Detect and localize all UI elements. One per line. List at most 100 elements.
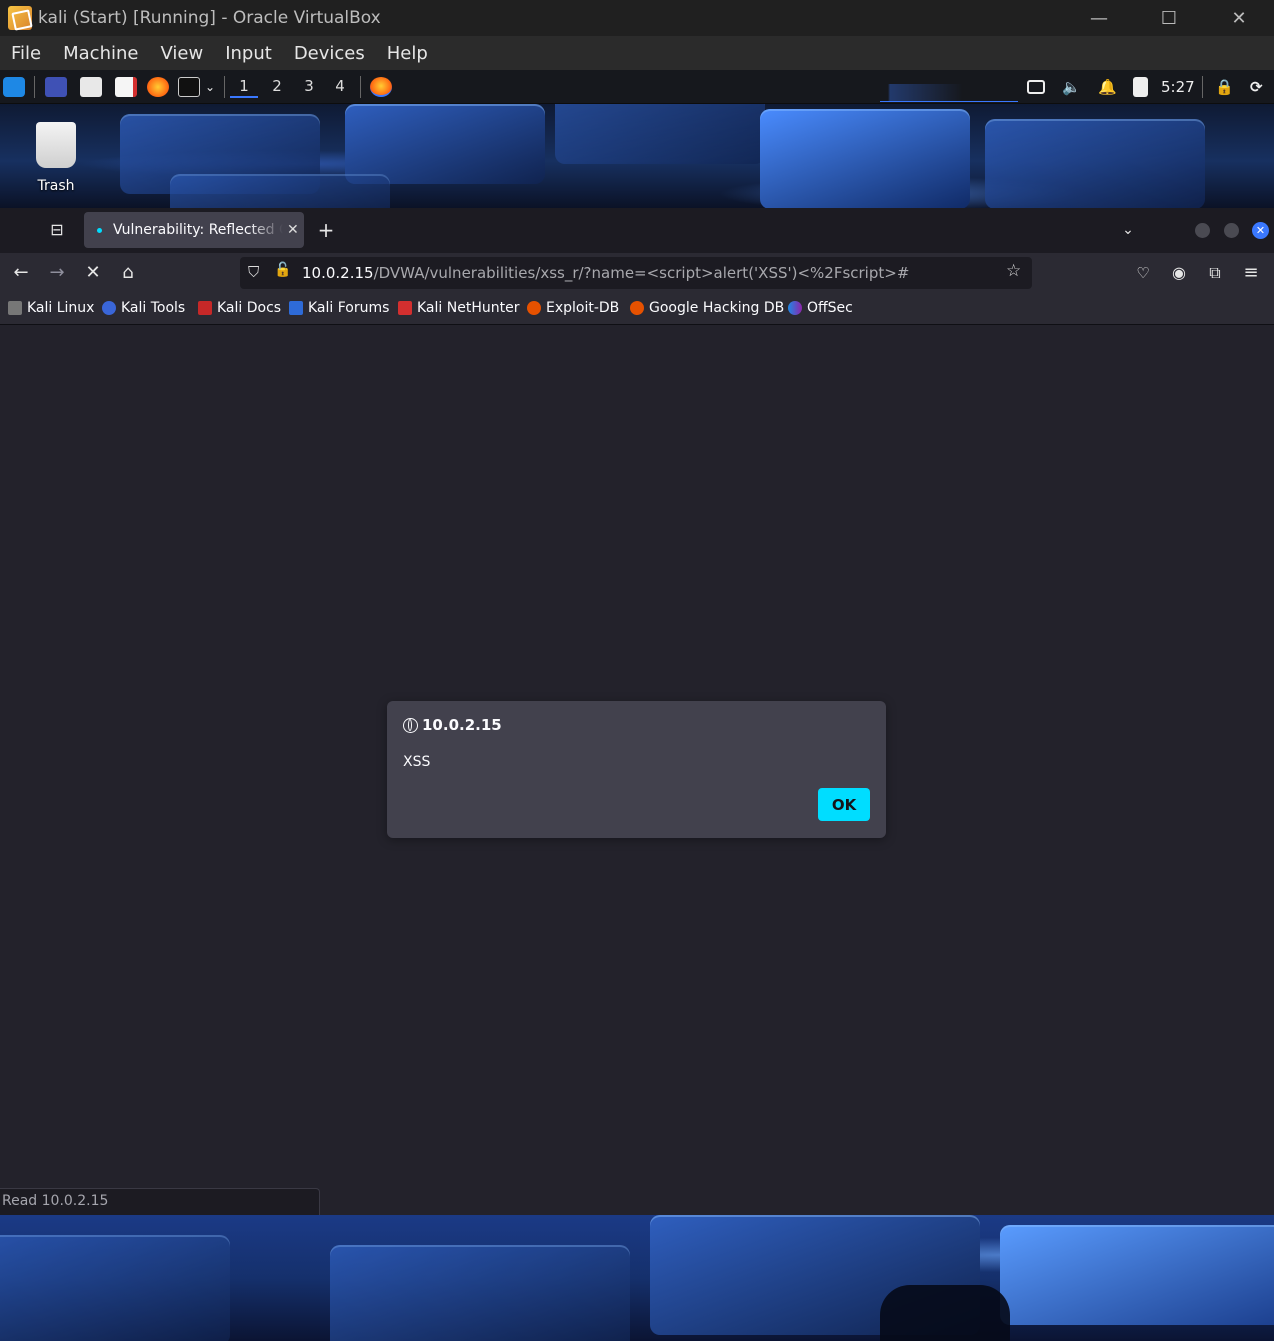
close-tab-icon[interactable]: ✕: [287, 222, 299, 238]
workspace-1[interactable]: 1: [230, 76, 258, 98]
globe-icon: [403, 717, 418, 733]
ghdb-icon: [630, 301, 644, 315]
alert-dialog: 10.0.2.15 XSS OK: [387, 701, 886, 838]
bookmark-star-icon[interactable]: ☆: [1006, 261, 1021, 281]
tab-xss-reflected[interactable]: Vulnerability: Reflected Cross Site Scri…: [84, 212, 304, 248]
trash-icon[interactable]: [36, 122, 76, 168]
terminal-icon[interactable]: [178, 77, 200, 97]
bookmarks-toolbar: Kali Linux Kali Tools Kali Docs Kali For…: [0, 293, 1274, 325]
bookmark-label: Kali Tools: [121, 300, 186, 316]
desktop-wallpaper: Trash: [0, 104, 1274, 208]
kali-docs-icon: [198, 301, 212, 315]
tab-list-icon[interactable]: ⊟: [45, 218, 69, 242]
firefox-navbar: ← → ✕ ⌂ ⛉ 🔓 10.0.2.15/DVWA/vulnerabiliti…: [0, 253, 1274, 293]
minimize-button[interactable]: —: [1064, 0, 1134, 36]
vbox-menubar: File Machine View Input Devices Help: [0, 36, 1274, 70]
close-button[interactable]: ✕: [1204, 0, 1274, 36]
notification-bell-icon[interactable]: 🔔: [1098, 76, 1117, 98]
kali-tools-icon: [102, 301, 116, 315]
bookmark-kali-tools[interactable]: Kali Tools: [102, 300, 185, 316]
firefox-window-button[interactable]: [370, 77, 392, 97]
window-title: kali (Start) [Running] - Oracle VirtualB…: [38, 8, 381, 28]
url-text[interactable]: 10.0.2.15/DVWA/vulnerabilities/xss_r/?na…: [302, 264, 909, 282]
cpu-graph: [880, 84, 1018, 102]
bookmark-label: Kali Forums: [308, 300, 390, 316]
exploit-db-icon: [527, 301, 541, 315]
bookmark-kali-nethunter[interactable]: Kali NetHunter: [398, 300, 519, 316]
firefox-tabbar: ⊟ Vulnerability: Reflected Cross Site Sc…: [0, 208, 1274, 253]
alert-origin-text: 10.0.2.15: [422, 716, 502, 734]
kali-menu-icon[interactable]: [3, 77, 25, 97]
extensions-icon[interactable]: ⧉: [1203, 261, 1227, 285]
close-window-button[interactable]: ✕: [1252, 222, 1269, 239]
desktop-wallpaper-bottom: [0, 1215, 1274, 1341]
show-desktop-icon[interactable]: [45, 77, 67, 97]
home-icon[interactable]: ⌂: [116, 261, 140, 285]
workspace-3[interactable]: 3: [295, 76, 323, 98]
text-editor-icon[interactable]: [115, 77, 137, 97]
menu-devices[interactable]: Devices: [294, 43, 365, 64]
bookmark-kali-linux[interactable]: Kali Linux: [8, 300, 94, 316]
hamburger-menu-icon[interactable]: ≡: [1239, 261, 1263, 285]
volume-icon[interactable]: 🔈: [1062, 76, 1081, 98]
maximize-window-button[interactable]: [1224, 223, 1239, 238]
bookmark-kali-forums[interactable]: Kali Forums: [289, 300, 389, 316]
bookmark-label: Kali Linux: [27, 300, 95, 316]
kali-dragon-icon: [8, 301, 22, 315]
panel-clock[interactable]: 5:27: [1161, 76, 1195, 98]
bookmark-kali-docs[interactable]: Kali Docs: [198, 300, 281, 316]
file-manager-icon[interactable]: [80, 77, 102, 97]
chevron-down-icon[interactable]: ⌄: [205, 76, 215, 98]
tab-loading-icon: [97, 227, 102, 233]
padlock-icon[interactable]: 🔓: [274, 262, 291, 278]
alert-ok-button[interactable]: OK: [818, 788, 870, 821]
url-bar[interactable]: ⛉ 🔓 10.0.2.15/DVWA/vulnerabilities/xss_r…: [240, 257, 1032, 289]
kali-forums-icon: [289, 301, 303, 315]
bookmark-offsec[interactable]: OffSec: [788, 300, 853, 316]
workspace-4[interactable]: 4: [326, 76, 354, 98]
logout-icon[interactable]: ⟳: [1250, 76, 1263, 98]
stop-loading-icon[interactable]: ✕: [81, 261, 105, 285]
back-arrow-icon[interactable]: ←: [9, 261, 33, 285]
lock-icon[interactable]: 🔒: [1215, 76, 1234, 98]
pocket-icon[interactable]: ♡: [1131, 261, 1155, 285]
menu-input[interactable]: Input: [225, 43, 272, 64]
display-icon[interactable]: [1027, 80, 1045, 94]
forward-arrow-icon[interactable]: →: [45, 261, 69, 285]
bookmark-label: Kali NetHunter: [417, 300, 520, 316]
vbox-titlebar: kali (Start) [Running] - Oracle VirtualB…: [0, 0, 1274, 36]
bookmark-google-hacking-db[interactable]: Google Hacking DB: [630, 300, 784, 316]
minimize-window-button[interactable]: [1195, 223, 1210, 238]
tracking-shield-icon[interactable]: ⛉: [248, 263, 259, 281]
trash-label[interactable]: Trash: [20, 178, 92, 194]
chevron-down-icon[interactable]: ⌄: [1116, 218, 1140, 242]
panel-separator: [224, 76, 225, 98]
bookmark-label: OffSec: [807, 300, 853, 316]
bookmark-label: Kali Docs: [217, 300, 282, 316]
nethunter-icon: [398, 301, 412, 315]
maximize-button[interactable]: ☐: [1134, 0, 1204, 36]
menu-file[interactable]: File: [11, 43, 41, 64]
new-tab-button[interactable]: +: [314, 218, 338, 242]
alert-message: XSS: [403, 754, 431, 770]
kali-top-panel: ⌄ 1 2 3 4 🔈 🔔 5:27 🔒 ⟳: [0, 70, 1274, 104]
bookmark-label: Google Hacking DB: [649, 300, 785, 316]
status-bar: Read 10.0.2.15: [0, 1188, 320, 1215]
panel-separator: [360, 76, 361, 98]
url-host: 10.0.2.15: [302, 264, 374, 282]
panel-separator: [34, 76, 35, 98]
page-content: 10.0.2.15 XSS OK Read 10.0.2.15: [0, 325, 1274, 1215]
virtualbox-icon: [8, 6, 32, 30]
offsec-icon: [788, 301, 802, 315]
bookmark-label: Exploit-DB: [546, 300, 620, 316]
url-path: /DVWA/vulnerabilities/xss_r/?name=<scrip…: [373, 264, 910, 282]
workspace-2[interactable]: 2: [263, 76, 291, 98]
menu-help[interactable]: Help: [387, 43, 428, 64]
account-icon[interactable]: ◉: [1167, 261, 1191, 285]
menu-view[interactable]: View: [160, 43, 203, 64]
bookmark-exploit-db[interactable]: Exploit-DB: [527, 300, 619, 316]
battery-icon[interactable]: [1133, 77, 1148, 97]
panel-separator: [1202, 76, 1203, 98]
menu-machine[interactable]: Machine: [63, 43, 138, 64]
firefox-launcher-icon[interactable]: [147, 77, 169, 97]
